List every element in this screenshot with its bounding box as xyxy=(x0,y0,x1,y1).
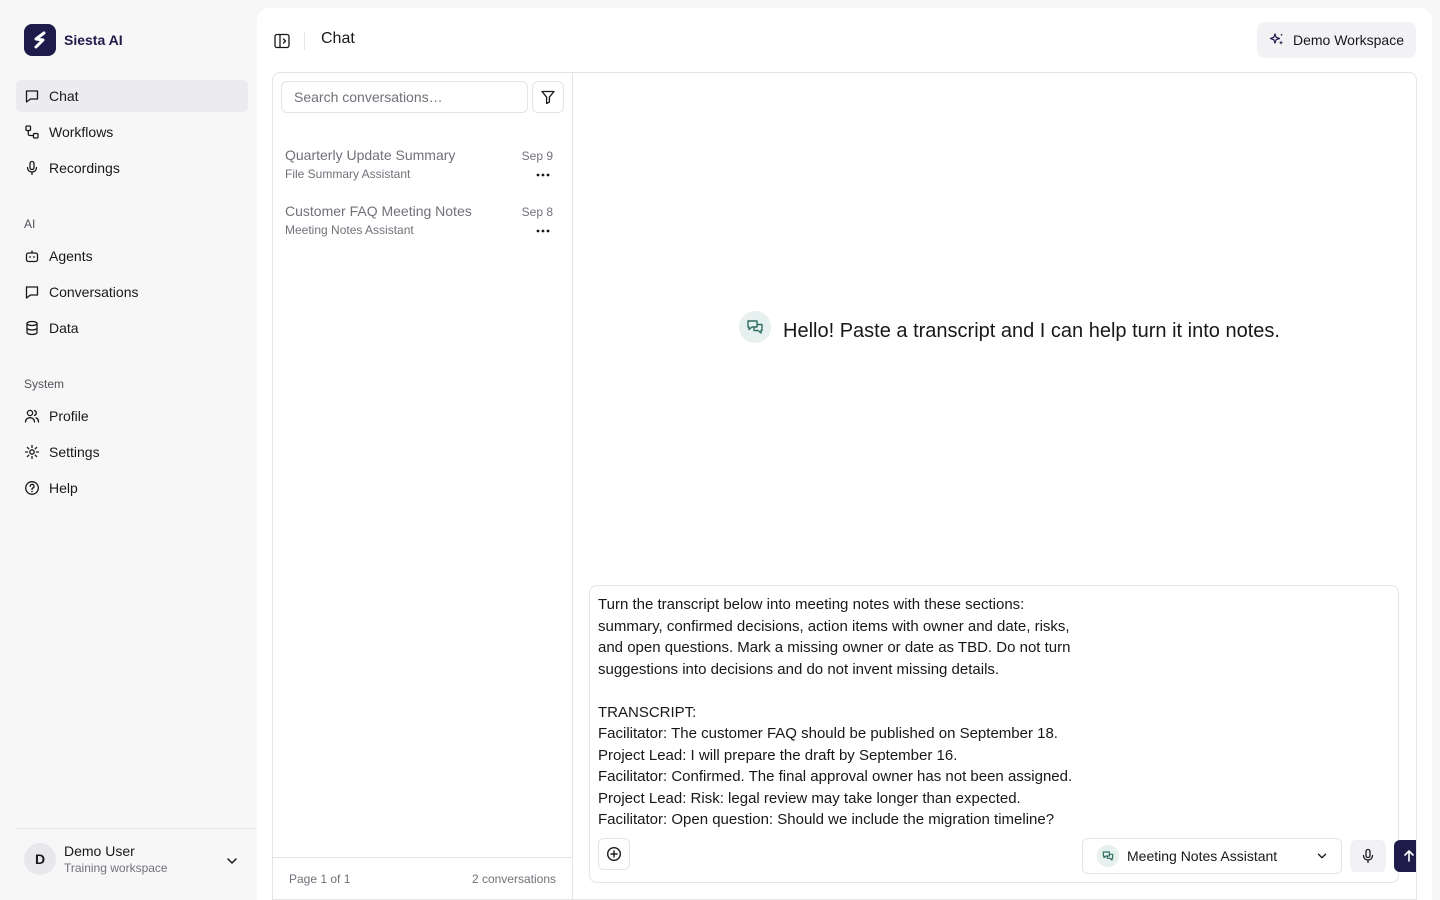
main-panel: Chat Demo Workspace Quarterly Update Sum… xyxy=(257,8,1432,900)
list-item[interactable]: Quarterly Update Summary File Summary As… xyxy=(285,147,555,195)
more-options-icon[interactable] xyxy=(535,223,551,239)
filter-icon xyxy=(541,90,555,105)
sidebar-item-conversations[interactable]: Conversations xyxy=(16,276,248,308)
nav-heading-system: System xyxy=(24,377,65,391)
user-name: Demo User xyxy=(64,843,135,859)
list-item[interactable]: Customer FAQ Meeting Notes Meeting Notes… xyxy=(285,203,555,251)
conversation-count: 2 conversations xyxy=(471,871,556,886)
sidebar-item-help[interactable]: Help xyxy=(16,472,248,504)
mic-icon xyxy=(26,160,38,176)
conversation-date: Sep 8 xyxy=(521,205,553,219)
voice-input-button[interactable] xyxy=(1350,840,1386,872)
mic-icon xyxy=(1362,848,1374,864)
chat-icon xyxy=(25,286,39,299)
workspace-button-label: Demo Workspace xyxy=(1292,32,1404,48)
list-footer: Page 1 of 1 2 conversations xyxy=(273,857,572,899)
chevron-down-icon xyxy=(1317,853,1327,859)
nav-system: Profile Settings Help xyxy=(16,400,248,508)
chat-panel: Hello! Paste a transcript and I can help… xyxy=(573,73,1416,899)
sidebar-item-workflows[interactable]: Workflows xyxy=(16,116,248,148)
chat-container: Quarterly Update Summary File Summary As… xyxy=(272,72,1417,900)
message-composer[interactable]: Turn the transcript below into meeting n… xyxy=(589,585,1416,883)
topbar: Chat Demo Workspace xyxy=(257,8,1432,72)
chevron-down-icon[interactable] xyxy=(224,853,240,869)
greeting-text: Hello! Paste a transcript and I can help… xyxy=(783,319,1280,342)
sidebar-item-label: Conversations xyxy=(49,284,139,300)
send-button[interactable] xyxy=(1394,840,1416,872)
brand[interactable]: Siesta AI xyxy=(24,24,123,56)
bot-icon xyxy=(25,250,39,263)
sidebar-item-label: Data xyxy=(49,320,79,336)
page-title: Chat xyxy=(321,30,355,47)
sidebar-item-settings[interactable]: Settings xyxy=(16,436,248,468)
agent-select[interactable]: Meeting Notes Assistant xyxy=(1082,838,1342,874)
sidebar-item-recordings[interactable]: Recordings xyxy=(16,152,248,184)
sidebar-item-label: Profile xyxy=(49,408,89,424)
agent-icon xyxy=(1097,845,1119,867)
search-input[interactable] xyxy=(281,81,528,113)
attach-button[interactable] xyxy=(598,838,630,870)
sidebar-item-label: Settings xyxy=(49,444,100,460)
plus-circle-icon xyxy=(606,846,622,862)
conversation-agent: Meeting Notes Assistant xyxy=(285,223,414,237)
gear-icon xyxy=(24,444,40,460)
sidebar-item-chat[interactable]: Chat xyxy=(16,80,248,112)
page-indicator: Page 1 of 1 xyxy=(289,871,351,886)
conversation-agent: File Summary Assistant xyxy=(285,167,411,181)
sidebar-item-label: Help xyxy=(49,480,78,496)
workspace-button[interactable]: Demo Workspace xyxy=(1256,22,1416,58)
brand-logo-icon xyxy=(24,24,56,56)
sidebar-item-profile[interactable]: Profile xyxy=(16,400,248,432)
chat-icon xyxy=(25,90,39,103)
conversation-list: Quarterly Update Summary File Summary As… xyxy=(273,73,573,899)
conversation-date: Sep 9 xyxy=(521,149,553,163)
arrow-up-icon xyxy=(1404,850,1414,862)
nav-heading-ai: AI xyxy=(24,217,36,231)
sidebar: Siesta AI Chat Workflows Recordings AI A… xyxy=(0,0,256,900)
more-options-icon[interactable] xyxy=(535,167,551,183)
sidebar-item-agents[interactable]: Agents xyxy=(16,240,248,272)
filter-button[interactable] xyxy=(532,81,564,113)
sidebar-item-label: Agents xyxy=(49,248,93,264)
agent-select-label: Meeting Notes Assistant xyxy=(1127,848,1278,864)
users-icon xyxy=(24,409,40,423)
database-icon xyxy=(26,320,38,336)
conversation-title: Customer FAQ Meeting Notes xyxy=(285,203,472,219)
nav-ai: Agents Conversations Data xyxy=(16,240,248,348)
avatar: D xyxy=(24,843,56,875)
sidebar-toggle-icon[interactable] xyxy=(273,32,291,50)
brand-name: Siesta AI xyxy=(64,32,123,48)
divider xyxy=(304,32,305,50)
sidebar-item-label: Chat xyxy=(49,88,79,104)
user-workspace: Training workspace xyxy=(64,861,168,875)
sidebar-item-label: Workflows xyxy=(49,124,114,140)
sidebar-item-data[interactable]: Data xyxy=(16,312,248,344)
assistant-greeting: Hello! Paste a transcript and I can help… xyxy=(739,311,1280,343)
message-input[interactable]: Turn the transcript below into meeting n… xyxy=(598,594,1078,831)
workflow-icon xyxy=(25,125,39,139)
conversation-title: Quarterly Update Summary xyxy=(285,147,456,163)
nav-primary: Chat Workflows Recordings xyxy=(16,80,248,188)
help-icon xyxy=(25,481,39,495)
sidebar-item-label: Recordings xyxy=(49,160,120,176)
user-menu[interactable]: D Demo User Training workspace xyxy=(16,828,256,892)
sparkles-icon xyxy=(1269,33,1284,45)
assistant-avatar-icon xyxy=(739,311,771,343)
